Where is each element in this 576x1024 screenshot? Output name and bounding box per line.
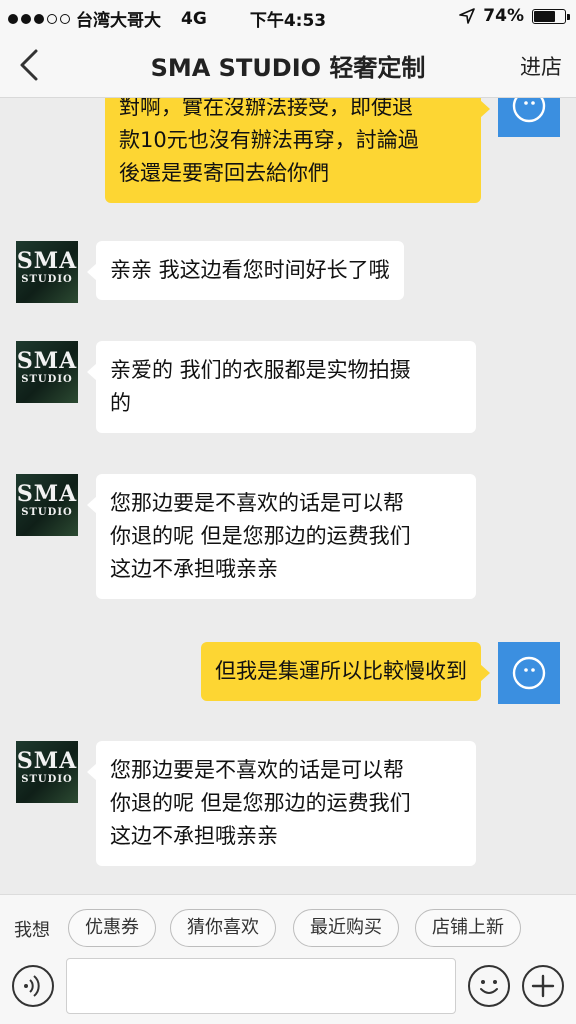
- user-avatar[interactable]: [498, 98, 560, 137]
- store-avatar[interactable]: SMA STUDIO: [16, 741, 78, 803]
- smiley-face-icon: [512, 656, 546, 690]
- message-line: 但我是集運所以比較慢收到: [215, 659, 467, 683]
- nav-bar: SMA STUDIO 轻奢定制 进店: [0, 32, 576, 98]
- message-bubble-incoming[interactable]: 亲亲 我这边看您时间好长了哦: [87, 241, 404, 300]
- message-line: 这边不承担哦亲亲: [110, 557, 278, 581]
- store-avatar-line1: SMA: [16, 248, 78, 274]
- quick-reply-bar: 我想 优惠券 猜你喜欢 最近购买 店铺上新: [0, 894, 576, 956]
- message-line: 您那边要是不喜欢的话是可以帮: [110, 491, 404, 515]
- store-avatar[interactable]: SMA STUDIO: [16, 341, 78, 403]
- battery-icon: [532, 8, 570, 24]
- chat-message-list[interactable]: 對啊，實在沒辦法接受，即使退 款10元也沒有辦法再穿，討論過 後還是要寄回去給你…: [0, 98, 576, 894]
- message-line: 的: [110, 391, 131, 415]
- enter-store-button[interactable]: 进店: [520, 51, 562, 81]
- emoji-smiley-icon: [480, 980, 498, 994]
- plus-icon: [531, 974, 555, 998]
- more-options-button[interactable]: [522, 965, 564, 1007]
- chip-new-arrivals[interactable]: 店铺上新: [415, 909, 521, 947]
- store-avatar-line2: STUDIO: [21, 274, 73, 285]
- chip-coupons[interactable]: 优惠券: [68, 909, 156, 947]
- message-bubble-incoming[interactable]: 亲爱的 我们的衣服都是实物拍摄 的: [87, 341, 476, 433]
- message-line: 您那边要是不喜欢的话是可以帮: [110, 758, 404, 782]
- message-line: 亲爱的 我们的衣服都是实物拍摄: [110, 358, 411, 382]
- message-bubble-outgoing[interactable]: 對啊，實在沒辦法接受，即使退 款10元也沒有辦法再穿，討論過 後還是要寄回去給你…: [105, 98, 490, 203]
- voice-input-button[interactable]: [12, 965, 54, 1007]
- message-line: 款10元也沒有辦法再穿，討論過: [119, 128, 419, 152]
- quick-reply-label: 我想: [14, 920, 50, 941]
- message-line: 你退的呢 但是您那边的运费我们: [110, 791, 411, 815]
- message-bubble-incoming[interactable]: 您那边要是不喜欢的话是可以帮 你退的呢 但是您那边的运费我们 这边不承担哦亲亲: [87, 474, 476, 599]
- chip-recent-purchases[interactable]: 最近购买: [293, 909, 399, 947]
- message-line: 亲亲 我这边看您时间好长了哦: [110, 258, 390, 282]
- location-arrow-icon: [459, 8, 476, 24]
- store-avatar[interactable]: SMA STUDIO: [16, 241, 78, 303]
- store-avatar-line1: SMA: [16, 348, 78, 374]
- message-bubble-incoming[interactable]: 您那边要是不喜欢的话是可以帮 你退的呢 但是您那边的运费我们 这边不承担哦亲亲: [87, 741, 476, 866]
- chat-title: SMA STUDIO 轻奢定制: [150, 54, 426, 82]
- input-bar: [0, 956, 576, 1024]
- status-bar: 台湾大哥大 4G 下午4:53 74%: [0, 0, 576, 32]
- user-avatar[interactable]: [498, 642, 560, 704]
- message-input[interactable]: [66, 958, 456, 1014]
- message-line: 这边不承担哦亲亲: [110, 824, 278, 848]
- store-avatar[interactable]: SMA STUDIO: [16, 474, 78, 536]
- chevron-left-icon: [20, 49, 38, 81]
- store-avatar-line2: STUDIO: [21, 774, 73, 785]
- battery-percent: 74%: [483, 6, 524, 26]
- message-line: 對啊，實在沒辦法接受，即使退: [119, 98, 413, 119]
- back-button[interactable]: [14, 48, 46, 82]
- emoji-button[interactable]: [468, 965, 510, 1007]
- message-bubble-outgoing[interactable]: 但我是集運所以比較慢收到: [201, 642, 490, 701]
- store-avatar-line2: STUDIO: [21, 507, 73, 518]
- store-avatar-line2: STUDIO: [21, 374, 73, 385]
- store-avatar-line1: SMA: [16, 748, 78, 774]
- message-line: 你退的呢 但是您那边的运费我们: [110, 524, 411, 548]
- store-avatar-line1: SMA: [16, 481, 78, 507]
- message-line: 後還是要寄回去給你們: [119, 161, 329, 185]
- chip-guess-you-like[interactable]: 猜你喜欢: [170, 909, 276, 947]
- smiley-face-icon: [512, 98, 546, 123]
- voice-icon: [24, 975, 40, 997]
